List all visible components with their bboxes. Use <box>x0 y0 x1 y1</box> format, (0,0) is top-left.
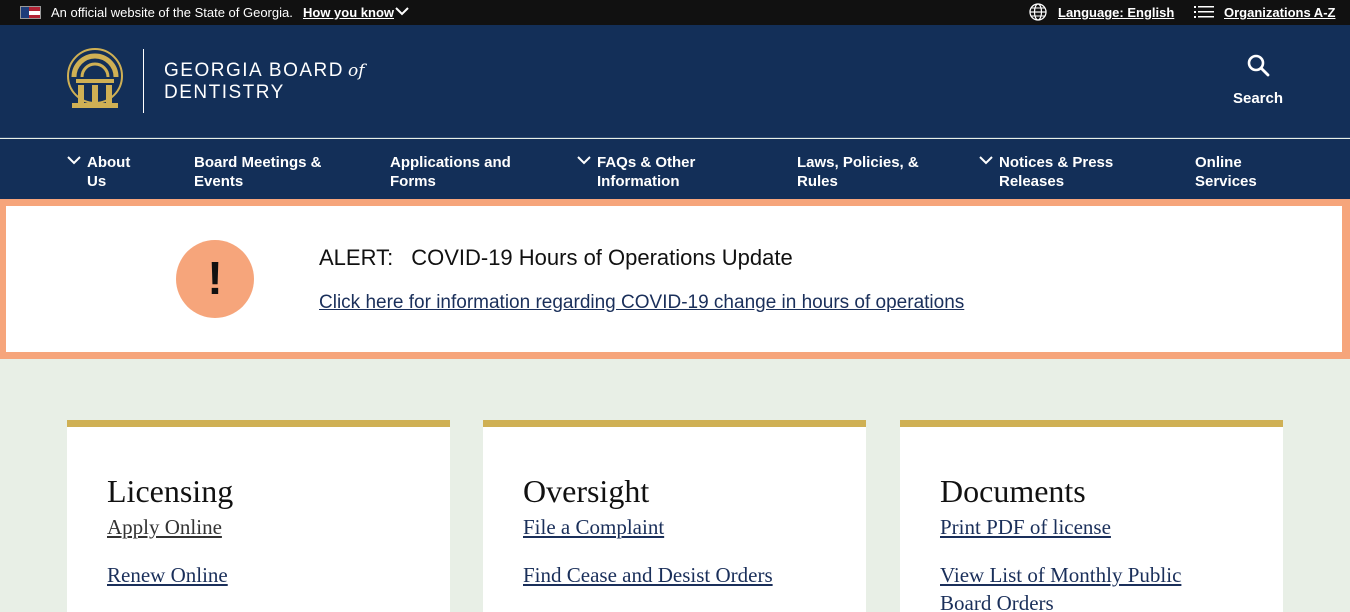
site-title-line1: GEORGIA BOARD <box>164 60 344 81</box>
chevron-down-icon[interactable] <box>395 4 409 18</box>
apply-online-link[interactable]: Apply Online <box>107 513 222 541</box>
nav-item-label: Rules <box>797 173 838 190</box>
oversight-card: Oversight File a Complaint Find Cease an… <box>483 420 866 612</box>
link-line: View List of Monthly Public <box>940 563 1182 587</box>
header-divider <box>143 49 144 113</box>
cease-desist-orders-link[interactable]: Find Cease and Desist Orders <box>523 561 773 589</box>
chevron-down-icon <box>979 156 993 165</box>
organizations-az-link[interactable]: Organizations A-Z <box>1224 5 1335 20</box>
nav-item-label: Online <box>1195 154 1242 171</box>
renew-online-link[interactable]: Renew Online <box>107 561 228 589</box>
print-license-link[interactable]: Print PDF of license <box>940 513 1111 541</box>
card-title: Licensing <box>107 473 234 509</box>
file-complaint-link[interactable]: File a Complaint <box>523 513 664 541</box>
nav-item-label: Applications and <box>390 154 511 171</box>
search-button[interactable]: Search <box>1226 53 1290 113</box>
alert-link[interactable]: Click here for information regarding COV… <box>319 292 964 314</box>
site-header: GEORGIA BOARD of DENTISTRY Search <box>0 25 1350 138</box>
alert-panel: ! ALERT: COVID-19 Hours of Operations Upd… <box>6 206 1342 352</box>
licensing-card: Licensing Apply Online Renew Online <box>67 420 450 612</box>
nav-item-label: FAQs & Other <box>597 154 696 171</box>
nav-item-notices-press[interactable]: Notices & Press Releases <box>979 153 1114 191</box>
card-title: Documents <box>940 473 1086 509</box>
search-label: Search <box>1232 90 1284 107</box>
nav-item-label: Forms <box>390 173 436 190</box>
alert-heading: ALERT: COVID-19 Hours of Operations Updat… <box>319 245 793 271</box>
nav-item-label: Board Meetings & <box>194 154 322 171</box>
alert-banner: ! ALERT: COVID-19 Hours of Operations Upd… <box>0 199 1350 359</box>
nav-item-online-services[interactable]: Online Services <box>1195 153 1257 191</box>
monthly-board-orders-link[interactable]: View List of Monthly Public Board Orders <box>940 561 1181 612</box>
globe-icon <box>1029 3 1047 21</box>
alert-icon: ! <box>176 240 254 318</box>
search-icon <box>1247 54 1270 77</box>
alert-title: COVID-19 Hours of Operations Update <box>411 245 793 270</box>
language-selector[interactable]: Language: English <box>1058 5 1174 20</box>
nav-item-about-us[interactable]: About Us <box>67 153 131 191</box>
site-title[interactable]: GEORGIA BOARD of DENTISTRY <box>164 60 365 104</box>
official-text: An official website of the State of Geor… <box>51 5 293 20</box>
nav-item-board-meetings[interactable]: Board Meetings & Events <box>194 153 322 191</box>
georgia-flag-icon <box>20 6 41 19</box>
chevron-down-icon <box>577 156 591 165</box>
alert-label: ALERT: <box>319 245 394 270</box>
nav-item-applications-forms[interactable]: Applications and Forms <box>390 153 511 191</box>
link-line: Board Orders <box>940 591 1054 612</box>
list-icon <box>1194 6 1214 18</box>
nav-item-laws-policies[interactable]: Laws, Policies, & Rules <box>797 153 919 191</box>
documents-card: Documents Print PDF of license View List… <box>900 420 1283 612</box>
georgia-seal-logo[interactable] <box>66 47 124 113</box>
nav-item-label: About <box>87 154 131 171</box>
nav-item-label: Information <box>597 173 680 190</box>
card-title: Oversight <box>523 473 650 509</box>
main-nav: About Us Board Meetings & Events Applica… <box>0 139 1350 199</box>
nav-item-label: Us <box>87 173 107 190</box>
nav-item-faqs[interactable]: FAQs & Other Information <box>577 153 696 191</box>
how-you-know-link[interactable]: How you know <box>303 5 394 20</box>
site-title-of: of <box>347 61 365 81</box>
nav-item-label: Releases <box>999 173 1065 190</box>
official-banner: An official website of the State of Geor… <box>0 0 1350 25</box>
exclamation-icon: ! <box>207 252 223 304</box>
site-title-line2: DENTISTRY <box>164 82 285 103</box>
chevron-down-icon <box>67 156 81 165</box>
nav-item-label: Laws, Policies, & <box>797 154 919 171</box>
nav-item-label: Notices & Press <box>999 154 1114 171</box>
nav-item-label: Events <box>194 173 244 190</box>
nav-item-label: Services <box>1195 173 1257 190</box>
